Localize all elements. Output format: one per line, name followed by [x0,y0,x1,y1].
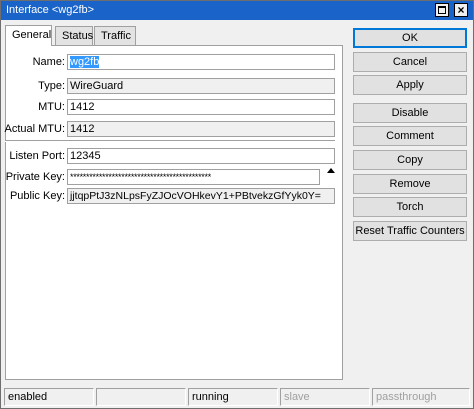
public-key-label: Public Key: [9,190,65,202]
disable-button[interactable]: Disable [353,103,467,123]
status-passthrough: passthrough [372,388,470,406]
type-field: WireGuard [67,78,335,94]
private-key-label: Private Key: [5,171,65,183]
cancel-button[interactable]: Cancel [353,52,467,72]
public-key-field: jjtqpPtJ3zNLpsFyZJOcVOHkevY1+PBtvekzGfYy… [67,188,335,204]
tab-general[interactable]: General [5,25,52,46]
interface-window: Interface <wg2fb> × General Status Traff… [0,0,474,409]
window-title: Interface <wg2fb> [6,4,95,16]
mtu-field[interactable]: 1412 [67,99,335,115]
type-label: Type: [38,80,65,92]
listen-port-field[interactable]: 12345 [67,148,335,164]
tab-status[interactable]: Status [55,26,93,45]
mtu-label: MTU: [38,101,65,113]
separator [5,140,335,142]
torch-button[interactable]: Torch [353,197,467,217]
close-icon[interactable]: × [454,3,468,17]
restore-icon[interactable] [435,3,449,17]
status-slave: slave [280,388,370,406]
general-panel [5,45,343,380]
reset-traffic-counters-button[interactable]: Reset Traffic Counters [353,221,467,241]
name-field[interactable]: wg2fb [67,54,335,70]
status-empty [96,388,186,406]
name-label: Name: [32,56,65,68]
triangle-up-icon[interactable] [327,168,335,173]
remove-button[interactable]: Remove [353,174,467,194]
tab-traffic[interactable]: Traffic [94,26,136,45]
listen-port-label: Listen Port: [9,150,65,162]
actual-mtu-field: 1412 [67,121,335,137]
actual-mtu-label: Actual MTU: [4,123,65,135]
title-bar[interactable]: Interface <wg2fb> × [1,1,473,20]
private-key-field[interactable]: ****************************************… [67,169,320,185]
comment-button[interactable]: Comment [353,126,467,146]
copy-button[interactable]: Copy [353,150,467,170]
status-running: running [188,388,278,406]
status-enabled: enabled [4,388,94,406]
ok-button[interactable]: OK [353,28,467,48]
name-value: wg2fb [70,56,100,68]
apply-button[interactable]: Apply [353,75,467,95]
